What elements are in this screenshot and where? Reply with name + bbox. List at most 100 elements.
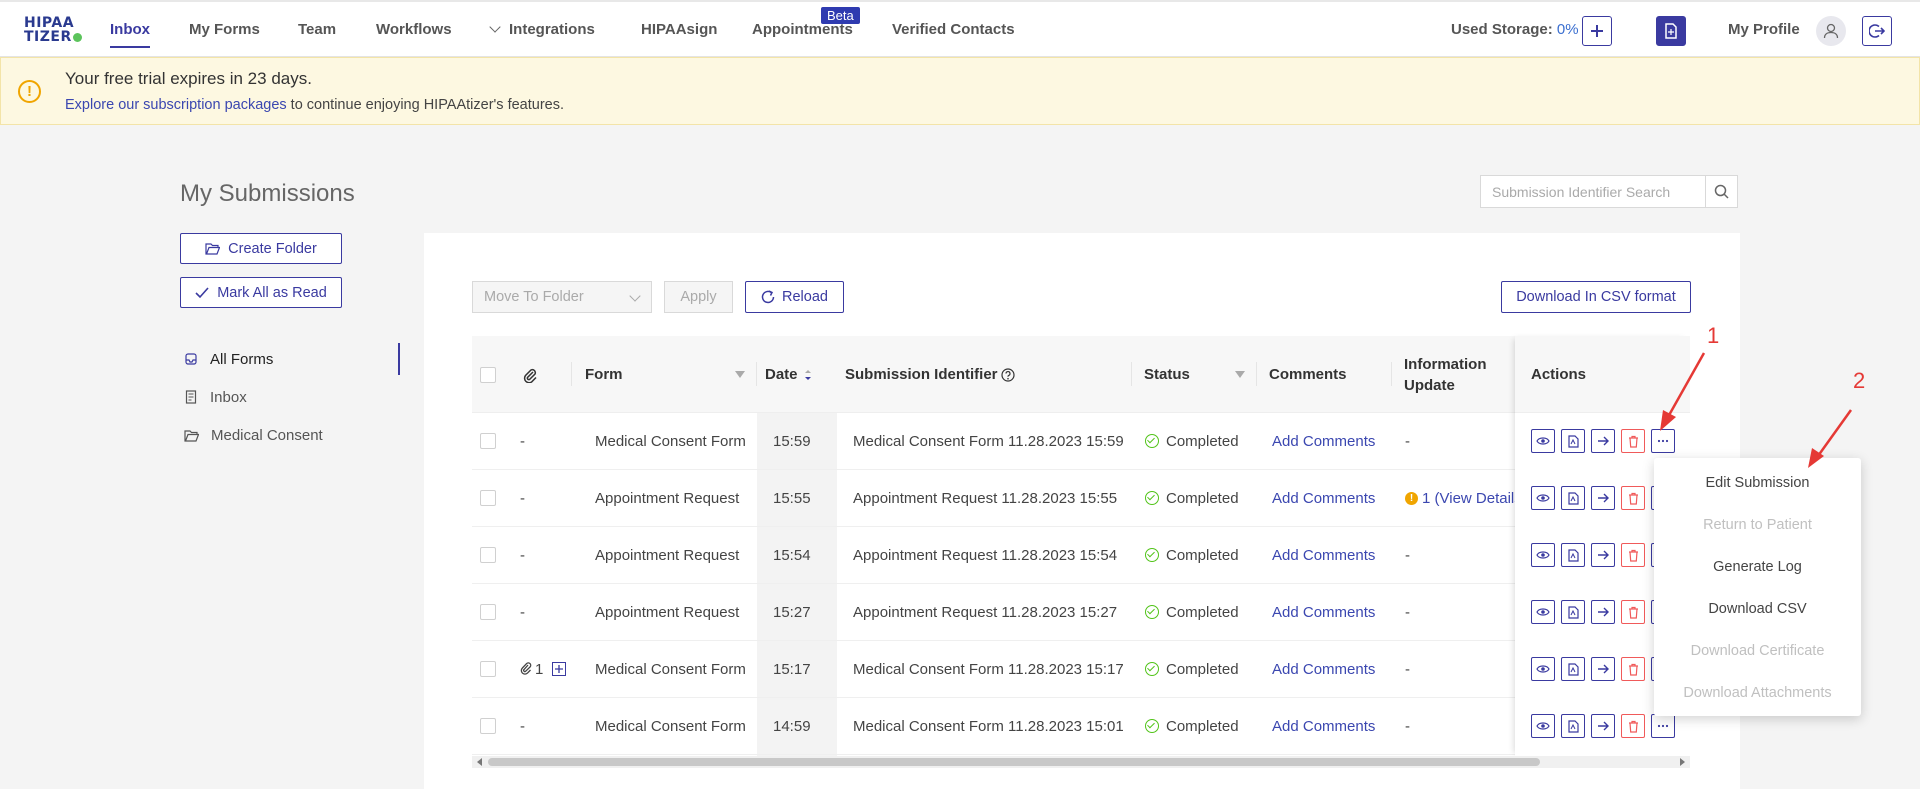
attachment-count: - [520,489,525,507]
add-button[interactable] [1582,16,1612,46]
search-input[interactable] [1481,176,1705,207]
row-actions [1515,698,1675,754]
forward-button[interactable] [1591,543,1615,567]
nav-integrations[interactable]: Integrations [489,21,595,38]
comments-header: Comments [1257,336,1392,413]
expand-row-icon[interactable] [552,662,567,676]
nav-workflows[interactable]: Workflows [376,21,452,38]
create-folder-button[interactable]: Create Folder [180,233,342,264]
form-header[interactable]: Form [577,336,757,413]
nav-verified-contacts[interactable]: Verified Contacts [892,21,1015,38]
delete-button[interactable] [1621,714,1645,738]
view-button[interactable] [1531,429,1555,453]
move-to-folder-select[interactable]: Move To Folder [472,281,652,313]
delete-button[interactable] [1621,657,1645,681]
nav-inbox[interactable]: Inbox [110,21,150,48]
forward-button[interactable] [1591,657,1615,681]
pdf-button[interactable] [1561,486,1585,510]
menu-download-csv[interactable]: Download CSV [1654,588,1861,630]
menu-edit-submission[interactable]: Edit Submission [1654,462,1861,504]
date-header[interactable]: Date [757,336,837,413]
folder-open-icon [205,243,221,255]
table-row[interactable]: - Medical Consent Form 14:59 Medical Con… [472,698,1690,755]
delete-button[interactable] [1621,600,1645,624]
add-comments-link[interactable]: Add Comments [1272,698,1375,754]
folder-list: All Forms Inbox Medical Consent [180,340,400,454]
row-checkbox[interactable] [480,433,496,449]
info-update-cell: - [1405,660,1410,678]
view-button[interactable] [1531,657,1555,681]
folder-all-forms[interactable]: All Forms [180,340,400,378]
view-button[interactable] [1531,486,1555,510]
folder-inbox[interactable]: Inbox [180,378,400,416]
row-checkbox[interactable] [480,718,496,734]
view-button[interactable] [1531,600,1555,624]
view-button[interactable] [1531,714,1555,738]
nav-my-forms[interactable]: My Forms [189,21,260,38]
scrollbar-thumb[interactable] [488,758,1540,766]
table-row[interactable]: - Appointment Request 15:54 Appointment … [472,527,1690,584]
subscription-link[interactable]: Explore our subscription packages [65,97,287,113]
add-comments-link[interactable]: Add Comments [1272,470,1375,526]
delete-button[interactable] [1621,543,1645,567]
pdf-button[interactable] [1561,600,1585,624]
check-circle-icon [1145,719,1159,733]
pdf-button[interactable] [1561,429,1585,453]
forward-button[interactable] [1591,600,1615,624]
delete-button[interactable] [1621,429,1645,453]
attachment-header [522,336,572,413]
search-button[interactable] [1705,176,1737,207]
help-icon[interactable] [1000,367,1015,382]
row-checkbox[interactable] [480,490,496,506]
nav-team[interactable]: Team [298,21,336,38]
add-comments-link[interactable]: Add Comments [1272,584,1375,640]
logout-button[interactable] [1862,16,1892,46]
info-update-cell: - [1405,432,1410,450]
view-button[interactable] [1531,543,1555,567]
add-comments-link[interactable]: Add Comments [1272,413,1375,469]
horizontal-scrollbar[interactable] [472,756,1690,768]
table-row[interactable]: - Medical Consent Form 15:59 Medical Con… [472,413,1690,470]
pdf-button[interactable] [1561,657,1585,681]
table-row[interactable]: - Appointment Request 15:55 Appointment … [472,470,1690,527]
view-details-link[interactable]: 1 (View Details [1422,490,1522,507]
forward-button[interactable] [1591,714,1615,738]
hipaatizer-logo[interactable]: HIPAA TIZER [24,16,92,46]
row-checkbox[interactable] [480,547,496,563]
filter-icon[interactable] [735,371,745,378]
download-csv-button[interactable]: Download In CSV format [1501,281,1691,313]
add-comments-link[interactable]: Add Comments [1272,527,1375,583]
avatar[interactable] [1816,16,1846,46]
user-icon [1823,23,1839,39]
filter-icon[interactable] [1235,371,1245,378]
submission-identifier: Medical Consent Form 11.28.2023 15:01 [853,717,1124,735]
row-checkbox[interactable] [480,661,496,677]
my-profile-link[interactable]: My Profile [1728,21,1800,38]
scroll-right-icon[interactable] [1680,758,1685,766]
new-document-button[interactable] [1656,16,1686,46]
scroll-left-icon[interactable] [477,758,482,766]
eye-icon [1536,437,1550,445]
add-comments-link[interactable]: Add Comments [1272,641,1375,697]
nav-hipaasign[interactable]: HIPAAsign [641,21,717,38]
row-actions [1515,584,1675,640]
chevron-down-icon [489,21,501,33]
apply-button[interactable]: Apply [664,281,733,313]
delete-button[interactable] [1621,486,1645,510]
pdf-button[interactable] [1561,543,1585,567]
table-row[interactable]: 1 Medical Consent Form 15:17 Medical Con… [472,641,1690,698]
reload-button[interactable]: Reload [745,281,844,313]
info-update-header: Information Update [1404,355,1487,394]
forward-button[interactable] [1591,486,1615,510]
row-checkbox[interactable] [480,604,496,620]
more-actions-button[interactable] [1651,714,1675,738]
folder-medical-consent[interactable]: Medical Consent [180,416,400,454]
menu-generate-log[interactable]: Generate Log [1654,546,1861,588]
pdf-button[interactable] [1561,714,1585,738]
mark-all-read-button[interactable]: Mark All as Read [180,277,342,308]
forward-button[interactable] [1591,429,1615,453]
more-actions-button[interactable] [1651,429,1675,453]
select-all-checkbox[interactable] [480,366,496,383]
status-header[interactable]: Status [1132,336,1257,413]
table-row[interactable]: - Appointment Request 15:27 Appointment … [472,584,1690,641]
